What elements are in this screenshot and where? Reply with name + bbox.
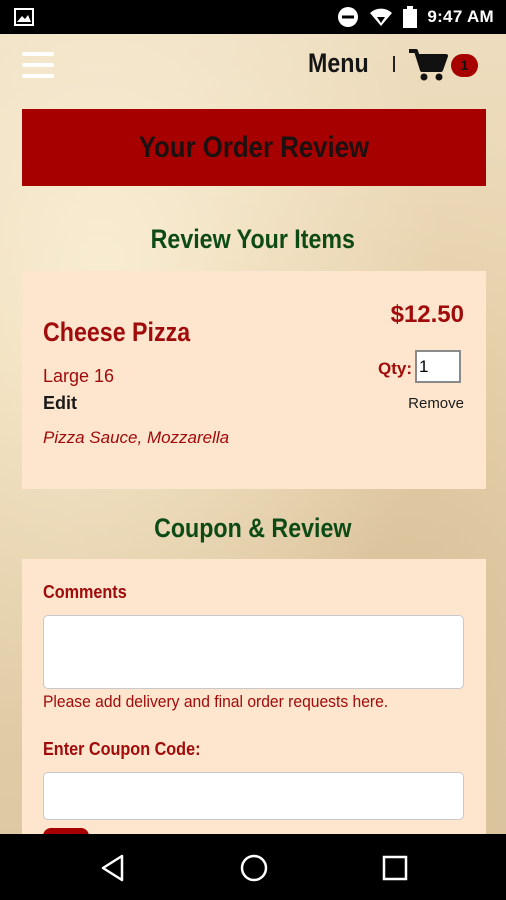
nav-bar — [0, 834, 506, 900]
page-title-banner: Your Order Review — [22, 109, 486, 186]
order-item-card: Cheese Pizza Large 16 Edit Pizza Sauce, … — [22, 271, 486, 489]
cart-icon[interactable] — [408, 48, 448, 82]
qty-label: Qty: — [378, 359, 412, 378]
coupon-code-label: Enter Coupon Code: — [43, 739, 201, 759]
app-content: Menu 1 Your Order Review Review Your Ite… — [0, 34, 506, 834]
image-icon — [14, 8, 34, 26]
review-items-heading: Review Your Items — [150, 224, 356, 254]
page-title: Your Order Review — [138, 130, 370, 164]
wifi-icon — [370, 8, 393, 26]
comments-hint: Please add delivery and final order requ… — [43, 692, 389, 711]
item-name: Cheese Pizza — [43, 317, 191, 347]
cart-count-badge[interactable]: 1 — [451, 54, 478, 77]
edit-item-link[interactable]: Edit — [43, 393, 77, 414]
menu-link[interactable]: Menu — [308, 48, 369, 79]
comments-label: Comments — [43, 582, 127, 602]
status-time: 9:47 AM — [427, 7, 494, 26]
back-icon[interactable] — [98, 853, 128, 883]
battery-icon — [403, 6, 418, 28]
qty-input[interactable] — [415, 350, 461, 383]
remove-item-link[interactable]: Remove — [408, 395, 464, 412]
hamburger-icon[interactable] — [22, 52, 54, 80]
comments-field[interactable] — [43, 615, 464, 689]
coupon-code-input[interactable] — [43, 772, 464, 820]
item-price: $12.50 — [390, 301, 464, 328]
item-size: Large 16 — [43, 366, 115, 386]
coupon-review-card: Comments Please add delivery and final o… — [22, 559, 486, 834]
header-divider — [393, 56, 395, 72]
home-icon[interactable] — [239, 853, 269, 883]
do-not-disturb-icon — [338, 7, 359, 27]
item-toppings: Pizza Sauce, Mozzarella — [43, 428, 230, 447]
status-bar: 9:47 AM — [0, 0, 506, 34]
coupon-review-heading: Coupon & Review — [154, 513, 352, 543]
recents-icon[interactable] — [380, 853, 410, 883]
